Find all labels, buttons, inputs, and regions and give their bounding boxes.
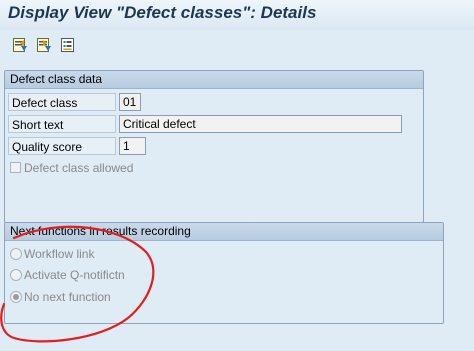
previous-entry-button[interactable] bbox=[12, 37, 28, 53]
other-entry-icon bbox=[61, 38, 74, 52]
next-functions-header: Next functions in results recording bbox=[5, 223, 443, 241]
defect-class-allowed-checkbox-row[interactable]: Defect class allowed bbox=[10, 160, 133, 176]
defect-class-field[interactable]: 01 bbox=[119, 93, 141, 111]
defect-class-label: Defect class bbox=[8, 93, 116, 111]
activate-q-notification-radio[interactable] bbox=[10, 268, 22, 281]
application-toolbar bbox=[0, 30, 474, 60]
short-text-label: Short text bbox=[8, 115, 116, 133]
defect-class-data-header: Defect class data bbox=[5, 71, 423, 89]
sap-screen: Display View "Defect classes": Details D… bbox=[0, 0, 474, 351]
workflow-link-radio-row[interactable]: Workflow link bbox=[10, 246, 94, 262]
no-next-function-radio[interactable] bbox=[10, 290, 22, 303]
activate-q-notification-label: Activate Q-notifictn bbox=[24, 268, 125, 282]
page-title: Display View "Defect classes": Details bbox=[8, 3, 317, 22]
next-entry-icon bbox=[37, 38, 51, 52]
defect-class-allowed-label: Defect class allowed bbox=[24, 161, 134, 175]
next-entry-button[interactable] bbox=[36, 37, 52, 53]
short-text-field[interactable]: Critical defect bbox=[119, 115, 402, 133]
workflow-link-label: Workflow link bbox=[24, 247, 95, 261]
quality-score-field[interactable]: 1 bbox=[119, 137, 146, 155]
no-next-function-radio-row[interactable]: No next function bbox=[10, 289, 111, 305]
activate-q-notification-radio-row[interactable]: Activate Q-notifictn bbox=[10, 267, 125, 283]
workflow-link-radio[interactable] bbox=[10, 247, 22, 260]
other-entry-button[interactable] bbox=[60, 37, 76, 53]
previous-entry-icon bbox=[13, 38, 27, 52]
title-bar: Display View "Defect classes": Details bbox=[0, 0, 474, 31]
defect-class-allowed-checkbox[interactable] bbox=[10, 162, 21, 174]
no-next-function-label: No next function bbox=[24, 290, 111, 304]
quality-score-label: Quality score bbox=[8, 137, 116, 155]
